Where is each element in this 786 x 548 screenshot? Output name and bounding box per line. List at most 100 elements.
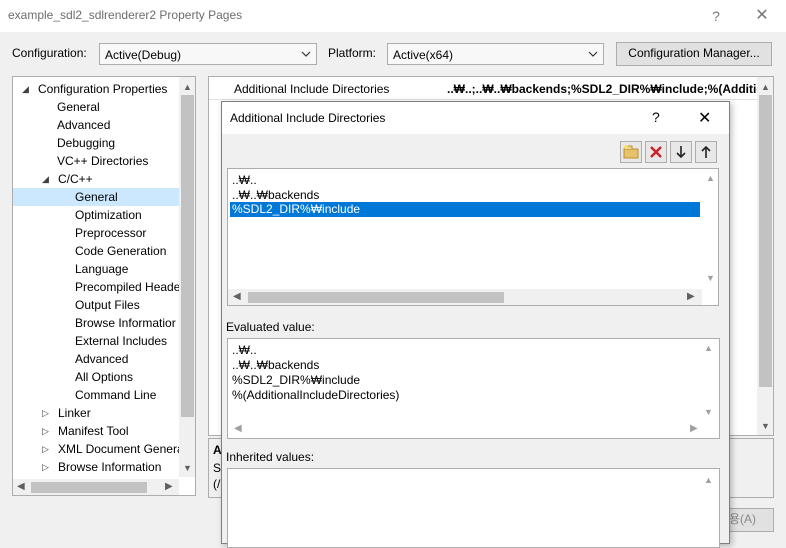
tree-item-label: XML Document Genera — [58, 442, 184, 456]
grid-divider — [209, 99, 757, 100]
tree-vertical-scrollbar[interactable]: ▲ ▼ — [179, 77, 195, 477]
entries-vertical-scrollbar[interactable]: ▲ ▼ — [702, 169, 718, 287]
tree-item[interactable]: Precompiled Heade — [13, 278, 180, 296]
scroll-up-icon[interactable]: ▲ — [704, 475, 713, 485]
tree-item[interactable]: Debugging — [13, 134, 179, 152]
tree-item-label: Output Files — [75, 298, 140, 312]
entries-horizontal-scrollbar[interactable]: ◀ ▶ — [228, 289, 702, 305]
tree-item[interactable]: ◢ Configuration Properties — [13, 80, 179, 98]
tree-item[interactable]: Advanced — [13, 116, 179, 134]
tree-item[interactable]: Optimization — [13, 206, 179, 224]
platform-label: Platform: — [328, 46, 377, 60]
tree-item[interactable]: ◢ C/C++ — [13, 170, 179, 188]
tree-item[interactable]: Browse Informatior — [13, 314, 179, 332]
list-item[interactable]: ..₩..₩backends — [232, 188, 319, 203]
delete-line-button[interactable] — [645, 141, 667, 163]
platform-combo[interactable]: Active(x64) — [387, 43, 604, 65]
tree-item[interactable]: ▷ XML Document Genera — [13, 440, 184, 458]
scroll-up-icon[interactable]: ▲ — [706, 173, 715, 183]
tree-item[interactable]: Command Line — [13, 386, 179, 404]
evaluated-line: %SDL2_DIR%₩include — [232, 373, 361, 387]
tree-item[interactable]: ▷ Manifest Tool — [13, 422, 179, 440]
collapse-icon[interactable]: ◢ — [42, 170, 49, 188]
tree-item[interactable]: ▷ Linker — [13, 404, 179, 422]
platform-value: Active(x64) — [393, 48, 454, 62]
tree-item[interactable]: VC++ Directories — [13, 152, 179, 170]
tree-item[interactable]: General — [13, 188, 179, 206]
expand-icon[interactable]: ▷ — [42, 440, 49, 458]
expand-icon[interactable]: ▷ — [42, 458, 49, 476]
tree-item-label: Code Generation — [75, 244, 167, 258]
grid-vertical-scrollbar[interactable]: ▲ ▼ — [757, 77, 773, 435]
scroll-thumb[interactable] — [181, 95, 194, 417]
tree-item[interactable]: Advanced — [13, 350, 179, 368]
inherited-label: Inherited values: — [226, 450, 315, 464]
tree-item-label: Advanced — [57, 118, 111, 132]
tree-item-label: Browse Informatior — [75, 316, 176, 330]
tree-item[interactable]: External Includes — [13, 332, 179, 350]
dialog-title: Additional Include Directories — [230, 111, 386, 125]
include-directories-dialog: Additional Include Directories ? ✕ ..₩..… — [221, 101, 730, 548]
move-up-button[interactable] — [695, 141, 717, 163]
tree-item[interactable]: Preprocessor — [13, 224, 179, 242]
evaluated-label: Evaluated value: — [226, 320, 315, 334]
scroll-left-icon[interactable]: ◀ — [17, 481, 25, 492]
scroll-down-icon[interactable]: ▼ — [704, 407, 713, 417]
scroll-up-icon[interactable]: ▲ — [704, 343, 713, 353]
tree-item-label: General — [57, 100, 100, 114]
list-item[interactable]: ..₩.. — [232, 173, 257, 188]
collapse-icon[interactable]: ◢ — [22, 80, 29, 98]
entries-list[interactable]: ..₩.. ..₩..₩backends %SDL2_DIR%₩include … — [227, 168, 719, 306]
configuration-label: Configuration: — [12, 46, 87, 60]
tree-item-label: Preprocessor — [75, 226, 147, 240]
chevron-down-icon — [588, 51, 598, 57]
tree-item[interactable]: Code Generation — [13, 242, 179, 260]
evaluated-line: %(AdditionalIncludeDirectories) — [232, 388, 400, 402]
tree-item[interactable]: ▷ Browse Information — [13, 458, 179, 476]
scroll-right-icon[interactable]: ▶ — [690, 423, 698, 434]
chevron-down-icon — [301, 51, 311, 57]
tree-item-label: Optimization — [75, 208, 142, 222]
tree-item-label: All Options — [75, 370, 134, 384]
expand-icon[interactable]: ▷ — [42, 404, 49, 422]
title-bar: example_sdl2_sdlrenderer2 Property Pages… — [0, 0, 786, 32]
delete-icon — [650, 146, 662, 158]
scroll-left-icon[interactable]: ◀ — [234, 423, 242, 434]
tree-item[interactable]: Output Files — [13, 296, 179, 314]
configuration-manager-button[interactable]: Configuration Manager... — [616, 42, 772, 66]
tree-item-label: C/C++ — [58, 172, 93, 186]
dialog-close-button[interactable]: ✕ — [698, 108, 711, 128]
scroll-thumb[interactable] — [248, 292, 504, 303]
tree-item[interactable]: Language — [13, 260, 179, 278]
close-button[interactable]: ✕ — [750, 6, 774, 26]
evaluated-line: ..₩..₩backends — [232, 358, 320, 372]
scroll-up-icon[interactable]: ▲ — [183, 82, 192, 92]
list-item-selected[interactable]: %SDL2_DIR%₩include — [230, 202, 700, 217]
scroll-down-icon[interactable]: ▼ — [706, 273, 715, 283]
scroll-right-icon[interactable]: ▶ — [165, 481, 173, 492]
dialog-help-button[interactable]: ? — [652, 109, 660, 125]
scroll-right-icon[interactable]: ▶ — [687, 291, 695, 302]
evaluated-line: ..₩.. — [232, 343, 257, 357]
tree-item[interactable]: All Options — [13, 368, 179, 386]
help-button[interactable]: ? — [704, 6, 728, 26]
expand-icon[interactable]: ▷ — [42, 422, 49, 440]
new-line-button[interactable] — [620, 141, 642, 163]
arrow-up-icon — [701, 145, 711, 158]
evaluated-box: ..₩.. ..₩..₩backends %SDL2_DIR%₩include … — [227, 338, 720, 439]
scroll-thumb[interactable] — [759, 95, 772, 387]
window-title: example_sdl2_sdlrenderer2 Property Pages — [8, 8, 243, 22]
property-value[interactable]: ..₩..;..₩..₩backends;%SDL2_DIR%₩include;… — [447, 82, 757, 96]
configuration-combo[interactable]: Active(Debug) — [99, 43, 317, 65]
scroll-down-icon[interactable]: ▼ — [761, 421, 770, 431]
scroll-down-icon[interactable]: ▼ — [183, 463, 192, 473]
scroll-thumb[interactable] — [31, 482, 147, 493]
arrow-down-icon — [676, 146, 686, 159]
property-tree: ◢ Configuration Properties General Advanced… — [12, 76, 196, 496]
scroll-left-icon[interactable]: ◀ — [233, 291, 241, 302]
move-down-button[interactable] — [670, 141, 692, 163]
tree-item-label: Command Line — [75, 388, 157, 402]
tree-item[interactable]: General — [13, 98, 179, 116]
tree-horizontal-scrollbar[interactable]: ◀ ▶ — [13, 479, 179, 495]
scroll-up-icon[interactable]: ▲ — [761, 82, 770, 92]
